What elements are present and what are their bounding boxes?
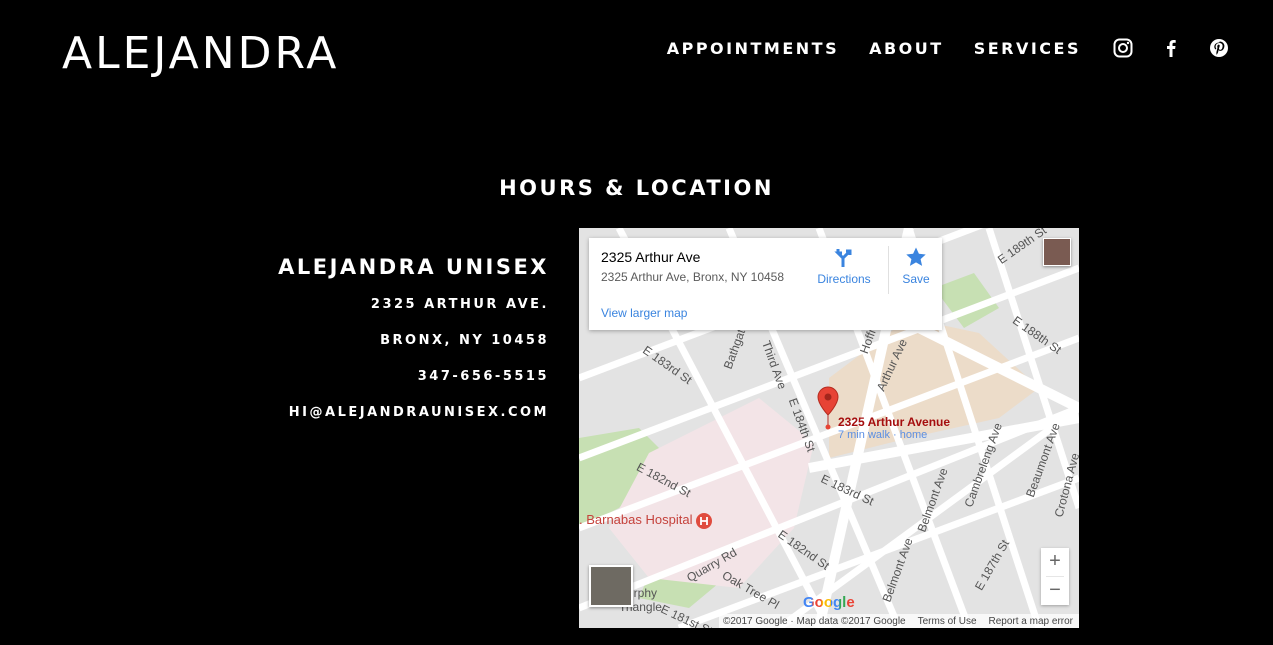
facebook-icon[interactable] <box>1161 38 1181 58</box>
report-error-link[interactable]: Report a map error <box>989 616 1073 627</box>
card-divider <box>888 246 889 294</box>
google-map[interactable]: E 183rd St Bathgate Ave Third Ave E 184t… <box>579 228 1079 628</box>
zoom-in-button[interactable]: + <box>1041 548 1069 576</box>
email-link[interactable]: HI@ALEJANDRAUNISEX.COM <box>278 405 549 421</box>
terms-link[interactable]: Terms of Use <box>918 616 977 627</box>
star-icon <box>906 247 926 266</box>
nav-about[interactable]: ABOUT <box>869 39 944 58</box>
zoom-controls: + − <box>1041 548 1069 605</box>
google-logo: Google <box>803 594 855 611</box>
place-title: 2325 Arthur Ave <box>601 249 701 265</box>
satellite-toggle[interactable] <box>589 565 633 607</box>
zoom-out-button[interactable]: − <box>1041 577 1069 605</box>
nav-appointments[interactable]: APPOINTMENTS <box>667 39 839 58</box>
phone-number[interactable]: 347-656-5515 <box>278 369 549 385</box>
pin-label: 2325 Arthur Avenue 7 min walk · home <box>838 415 951 441</box>
hospital-icon <box>696 512 713 529</box>
pinterest-icon[interactable] <box>1209 38 1229 58</box>
business-name: ALEJANDRA UNISEX <box>278 255 549 279</box>
map-attribution: ©2017 Google · Map data ©2017 Google <box>722 615 906 627</box>
site-logo[interactable]: ALEJANDRA <box>62 30 339 78</box>
map-footer: ©2017 Google · Map data ©2017 Google Ter… <box>718 614 1079 628</box>
photo-thumbnail[interactable] <box>1043 238 1071 266</box>
main-nav: APPOINTMENTS ABOUT SERVICES <box>667 38 1229 58</box>
section-title: HOURS & LOCATION <box>499 176 774 200</box>
instagram-icon[interactable] <box>1113 38 1133 58</box>
address-line2: BRONX, NY 10458 <box>380 333 549 348</box>
view-larger-map-link[interactable]: View larger map <box>601 306 687 320</box>
social-links <box>1113 38 1229 58</box>
nav-services[interactable]: SERVICES <box>974 39 1081 58</box>
save-button[interactable]: Save <box>891 246 941 286</box>
hospital-label: . Barnabas Hospital <box>579 512 713 529</box>
directions-icon <box>834 249 852 267</box>
directions-button[interactable]: Directions <box>811 246 877 286</box>
location-info: ALEJANDRA UNISEX 2325 ARTHUR AVE. BRONX,… <box>278 255 549 441</box>
location-pin-icon[interactable] <box>817 386 839 432</box>
place-card: 2325 Arthur Ave 2325 Arthur Ave, Bronx, … <box>589 238 942 330</box>
address-line1: 2325 ARTHUR AVE. <box>370 297 549 312</box>
place-address: 2325 Arthur Ave, Bronx, NY 10458 <box>601 270 785 284</box>
